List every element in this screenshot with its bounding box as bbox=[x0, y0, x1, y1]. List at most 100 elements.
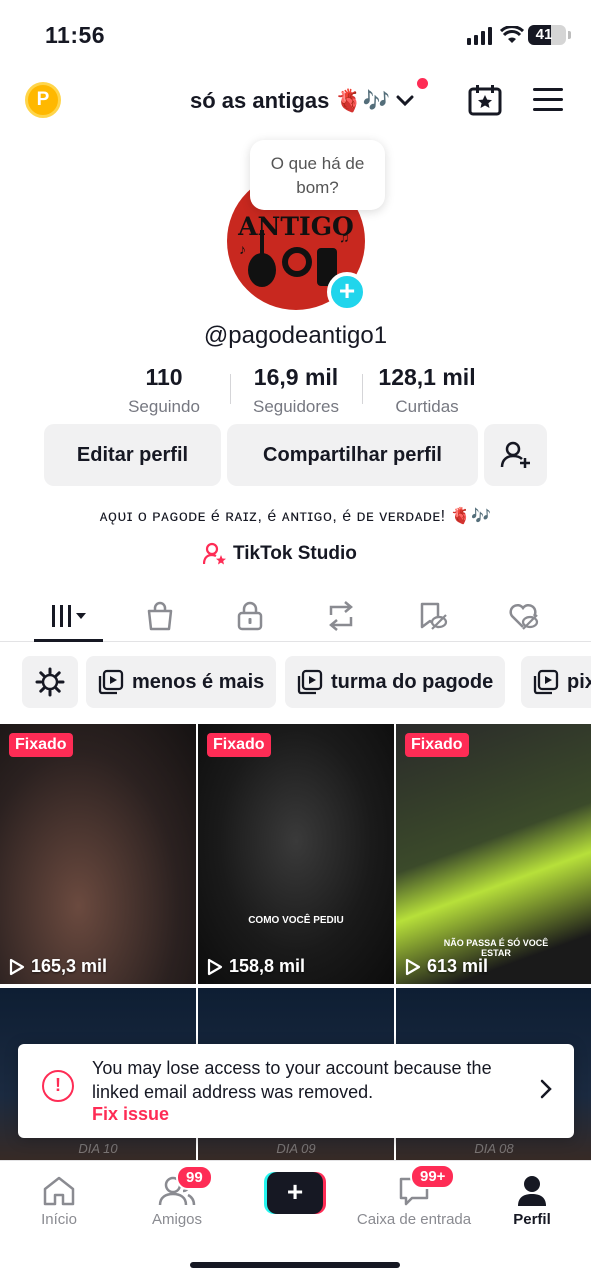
fix-issue-link[interactable]: Fix issue bbox=[92, 1104, 169, 1125]
account-emoji: 🫀🎶 bbox=[335, 88, 391, 113]
tab-favorites-hidden[interactable] bbox=[403, 596, 463, 636]
nav-label: Amigos bbox=[151, 1211, 203, 1228]
stat-value: 128,1 mil bbox=[378, 364, 476, 390]
warning-message: You may lose access to your account beca… bbox=[92, 1058, 492, 1102]
shopping-bag-icon bbox=[147, 601, 173, 631]
cellular-signal-icon bbox=[467, 27, 492, 45]
video-caption: DIA 10 bbox=[78, 1141, 118, 1156]
stat-followers[interactable]: 16,9 mil Seguidores bbox=[238, 364, 354, 417]
playlist-icon bbox=[297, 669, 323, 695]
video-thumbnail[interactable]: Fixado COMO VOCÊ PEDIU 158,8 mil bbox=[198, 724, 394, 984]
tab-private[interactable] bbox=[220, 596, 280, 636]
playlist-chip[interactable]: menos é mais bbox=[86, 656, 277, 708]
nav-profile[interactable]: Perfil bbox=[502, 1171, 562, 1228]
playlist-icon bbox=[98, 669, 124, 695]
stat-following[interactable]: 110 Seguindo bbox=[112, 364, 216, 417]
nav-home[interactable]: Início bbox=[22, 1171, 96, 1228]
chevron-down-icon bbox=[396, 95, 414, 107]
grid-icon bbox=[52, 605, 86, 627]
svg-text:♫: ♫ bbox=[339, 229, 350, 245]
playlist-label: turma do pagode bbox=[331, 670, 494, 693]
heart-hidden-icon bbox=[509, 603, 539, 630]
video-thumbnail[interactable]: Fixado 165,3 mil bbox=[0, 724, 196, 984]
pinned-badge: Fixado bbox=[207, 733, 271, 757]
account-switcher[interactable]: só as antigas 🫀🎶 bbox=[190, 78, 429, 118]
tab-liked-hidden[interactable] bbox=[494, 596, 554, 636]
notification-dot bbox=[417, 78, 429, 89]
play-icon bbox=[9, 958, 25, 975]
chevron-right-icon[interactable] bbox=[540, 1079, 552, 1099]
view-count-text: 158,8 mil bbox=[229, 956, 306, 976]
stat-label: Curtidas bbox=[395, 397, 459, 416]
view-count: 613 mil bbox=[405, 956, 488, 977]
stat-value: 16,9 mil bbox=[253, 364, 339, 390]
playlist-label: menos é mais bbox=[132, 670, 265, 693]
play-icon bbox=[207, 958, 223, 975]
add-user-icon bbox=[500, 441, 530, 468]
studio-person-icon bbox=[203, 542, 226, 565]
playlist-settings-button[interactable] bbox=[22, 656, 78, 708]
video-caption: DIA 09 bbox=[276, 1141, 316, 1156]
video-caption: NÃO PASSA É SÓ VOCÊ ESTAR bbox=[443, 938, 549, 958]
create-button[interactable]: + bbox=[264, 1172, 326, 1214]
battery-icon: 41 bbox=[528, 25, 571, 45]
edit-profile-button[interactable]: Editar perfil bbox=[44, 424, 221, 486]
profile-icon bbox=[518, 1176, 546, 1206]
stat-likes[interactable]: 128,1 mil Curtidas bbox=[368, 364, 486, 417]
battery-level: 41 bbox=[535, 26, 553, 43]
menu-icon[interactable] bbox=[533, 88, 563, 112]
video-caption: COMO VOCÊ PEDIU bbox=[248, 915, 344, 926]
username: @pagodeantigo1 bbox=[203, 322, 388, 349]
home-indicator bbox=[190, 1262, 400, 1268]
svg-text:♪: ♪ bbox=[239, 241, 246, 257]
gear-icon bbox=[35, 667, 65, 697]
lock-icon bbox=[237, 601, 263, 631]
friends-badge: 99 bbox=[176, 1165, 213, 1190]
studio-label: TikTok Studio bbox=[233, 543, 357, 564]
pinned-badge: Fixado bbox=[9, 733, 73, 757]
tab-videos[interactable] bbox=[38, 596, 98, 636]
playlist-chips: menos é mais turma do pagode pix bbox=[0, 656, 591, 710]
playlist-chip[interactable]: turma do pagode bbox=[285, 656, 506, 708]
account-warning-banner[interactable]: ! You may lose access to your account be… bbox=[18, 1044, 574, 1138]
status-bubble[interactable]: O que há de bom? bbox=[250, 140, 385, 210]
playlist-icon bbox=[533, 669, 559, 695]
stat-value: 110 bbox=[145, 364, 183, 390]
stat-label: Seguidores bbox=[252, 397, 339, 416]
account-name: só as antigas bbox=[190, 88, 330, 113]
tab-shop[interactable] bbox=[130, 596, 190, 636]
pinned-badge: Fixado bbox=[405, 733, 469, 757]
coin-icon[interactable]: P bbox=[25, 82, 61, 118]
wifi-icon bbox=[500, 26, 524, 43]
share-profile-button[interactable]: Compartilhar perfil bbox=[227, 424, 478, 486]
tiktok-studio-link[interactable]: TikTok Studio bbox=[203, 542, 357, 566]
add-story-button[interactable]: + bbox=[327, 272, 367, 312]
clock: 11:56 bbox=[45, 22, 106, 48]
plus-icon: + bbox=[267, 1172, 323, 1214]
bookmark-hidden-icon bbox=[420, 602, 448, 630]
nav-label: Caixa de entrada bbox=[356, 1211, 472, 1228]
active-tab-indicator bbox=[34, 639, 103, 642]
add-friend-button[interactable] bbox=[484, 424, 547, 486]
play-icon bbox=[405, 958, 421, 975]
nav-label: Perfil bbox=[513, 1211, 551, 1228]
home-icon bbox=[43, 1176, 75, 1206]
view-count: 158,8 mil bbox=[207, 956, 305, 977]
content-tabs bbox=[0, 590, 591, 642]
video-thumbnail[interactable]: Fixado NÃO PASSA É SÓ VOCÊ ESTAR 613 mil bbox=[396, 724, 591, 984]
view-count-text: 165,3 mil bbox=[31, 956, 108, 976]
view-count: 165,3 mil bbox=[9, 956, 107, 977]
status-bar: 11:56 41 bbox=[0, 0, 591, 70]
tab-reposts[interactable] bbox=[311, 596, 371, 636]
repost-icon bbox=[329, 601, 353, 631]
inbox-badge: 99+ bbox=[410, 1164, 456, 1189]
profile-bio: ᴀǫᴜɪ ᴏ ᴘᴀɢᴏᴅᴇ é ʀᴀɪᴢ, é ᴀɴᴛɪɢᴏ, é ᴅᴇ ᴠᴇʀ… bbox=[99, 508, 492, 525]
playlist-chip[interactable]: pix bbox=[521, 656, 591, 708]
video-caption: DIA 08 bbox=[474, 1141, 514, 1156]
calendar-star-icon[interactable] bbox=[468, 84, 502, 116]
playlist-label: pix bbox=[567, 670, 591, 693]
stat-label: Seguindo bbox=[128, 397, 200, 416]
view-count-text: 613 mil bbox=[427, 956, 489, 976]
alert-icon: ! bbox=[42, 1070, 74, 1102]
nav-label: Início bbox=[41, 1211, 77, 1228]
